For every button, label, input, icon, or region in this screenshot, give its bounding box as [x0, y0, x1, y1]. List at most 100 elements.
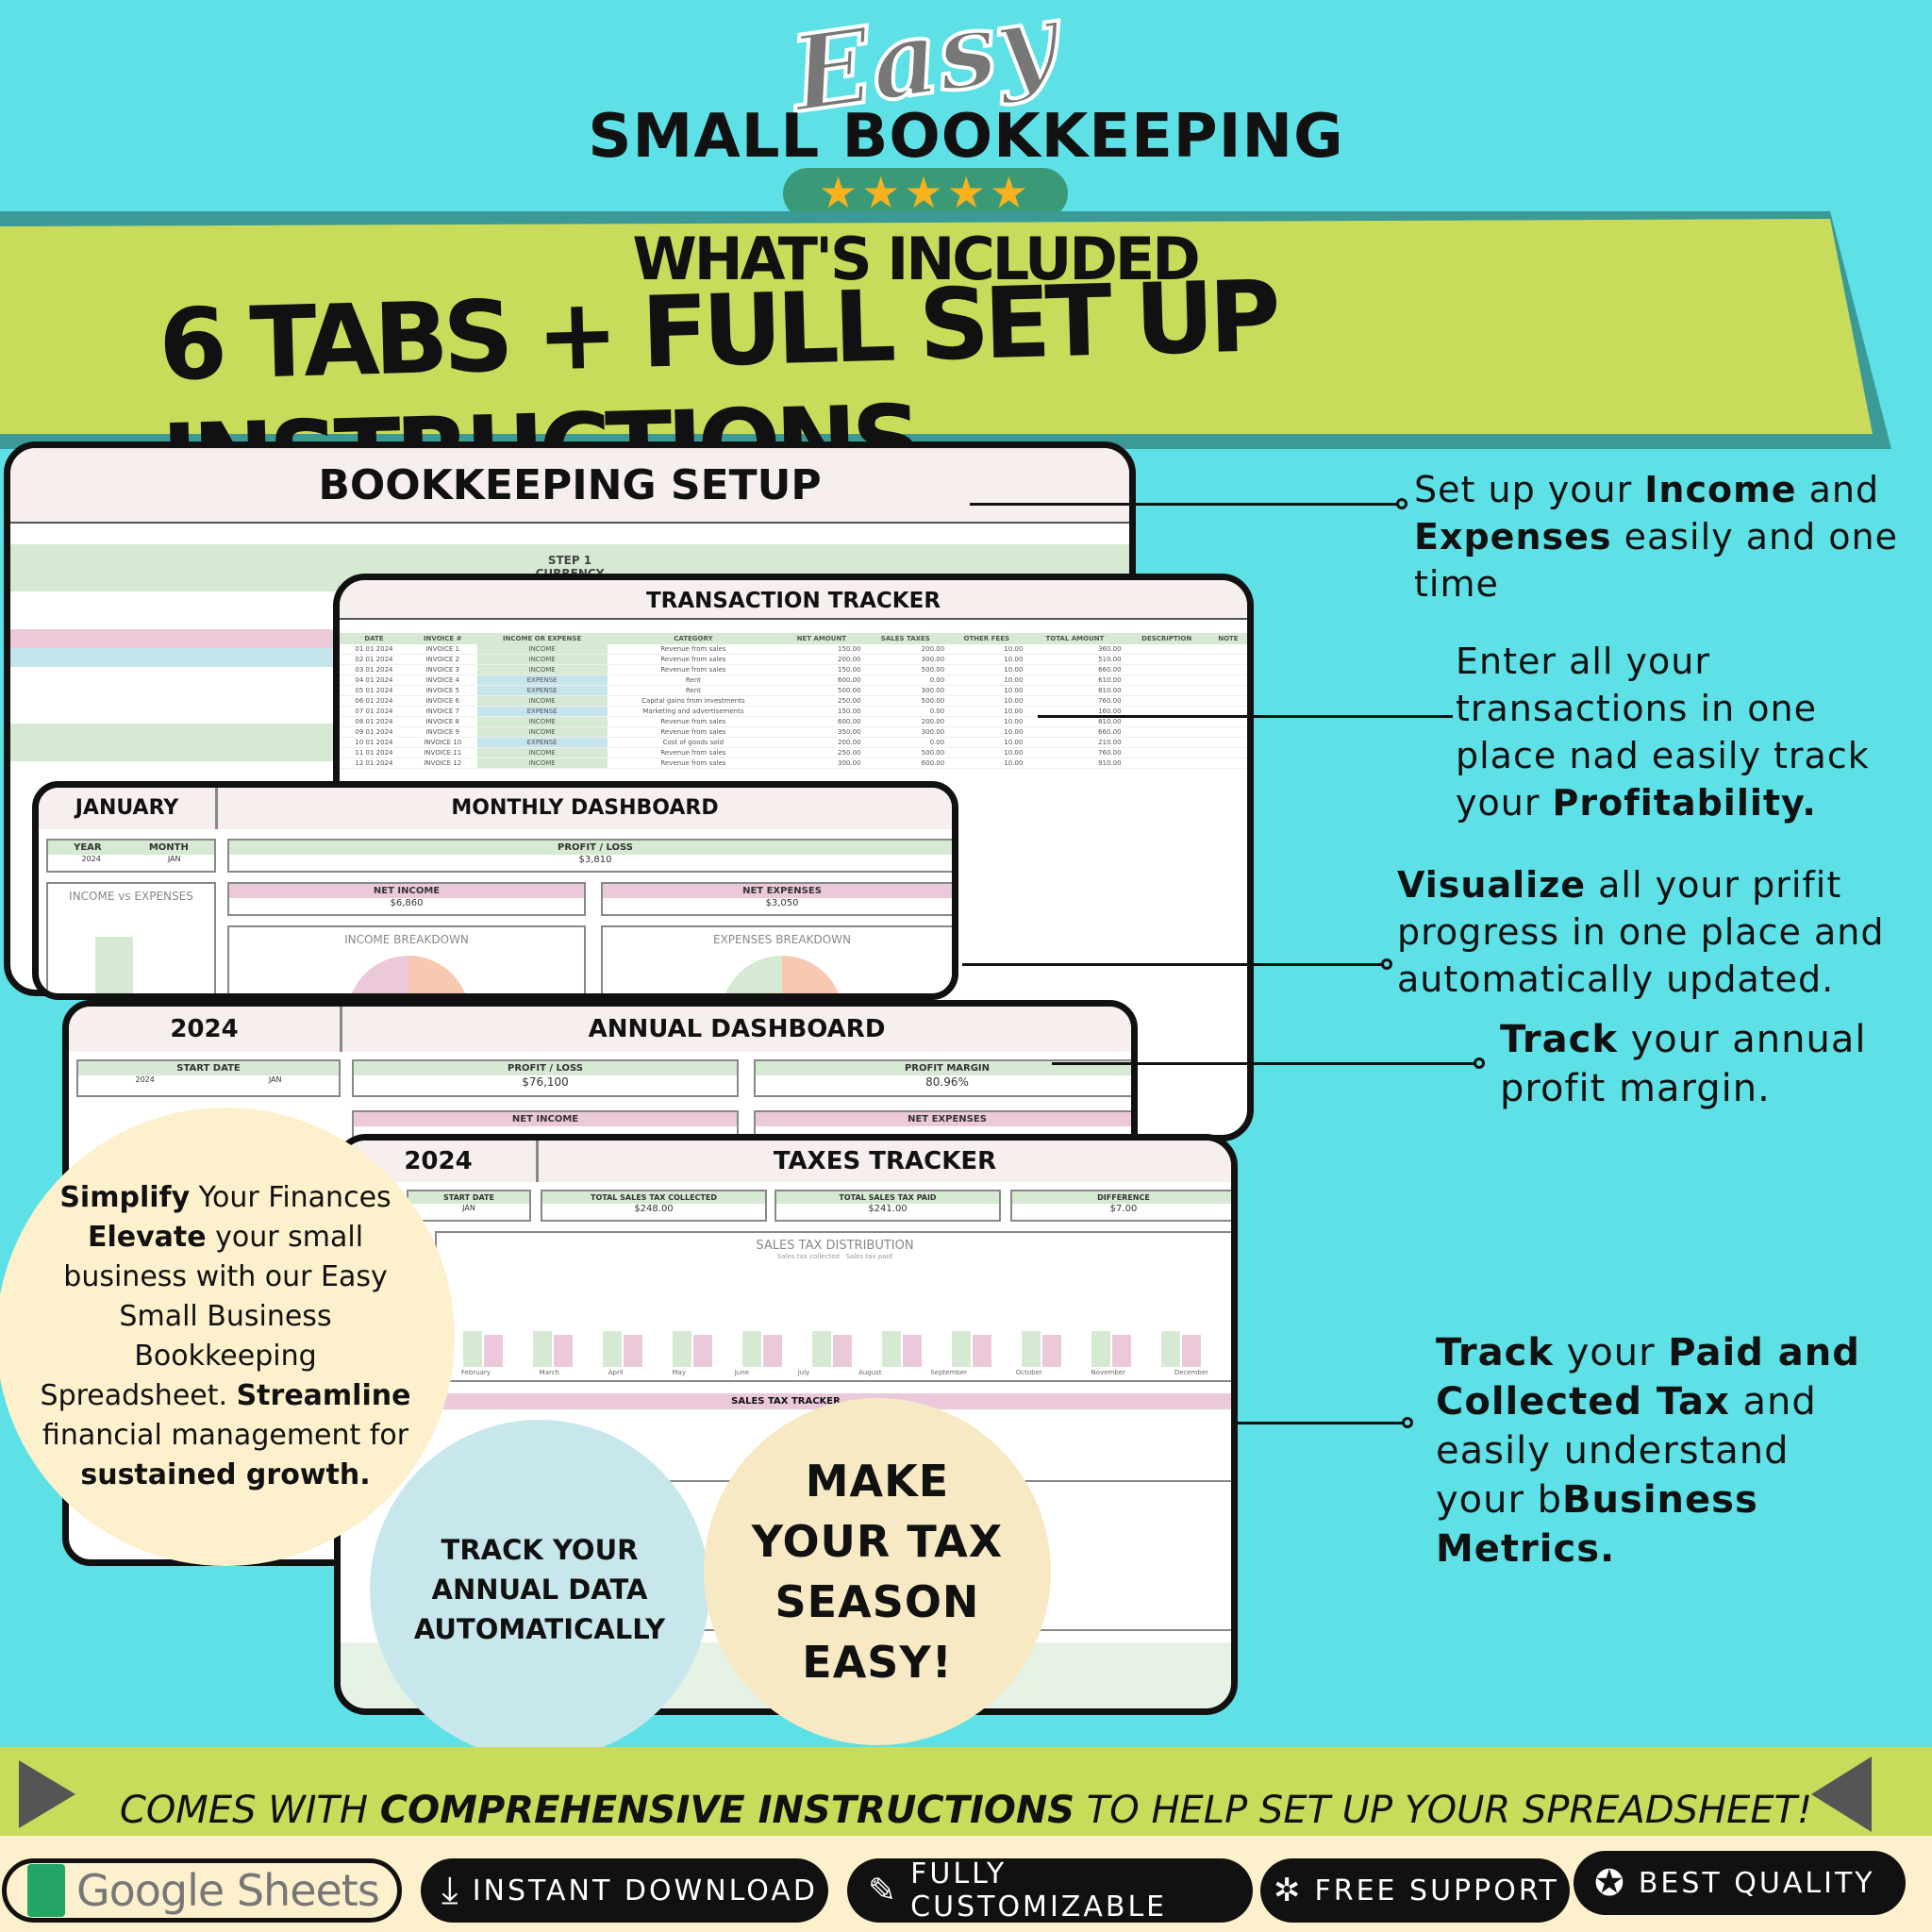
table-cell[interactable]: INCOME — [476, 726, 608, 738]
table-cell: 500.00 — [779, 685, 864, 696]
start-month-select[interactable]: JAN — [269, 1075, 282, 1084]
taxes-start-month[interactable]: JAN — [408, 1204, 529, 1212]
table-cell: 300.00 — [863, 726, 948, 738]
column-header: NOTE — [1208, 633, 1247, 644]
table-row: 12 01 2024 INVOICE 12 INCOME Revenue from s… — [340, 758, 1247, 769]
table-cell[interactable]: Revenue from sales — [607, 654, 780, 665]
table-cell: 05 01 2024 — [340, 685, 408, 696]
difference-value: $7.00 — [1109, 1204, 1138, 1214]
table-cell: 08 01 2024 — [340, 716, 408, 727]
table-cell[interactable]: EXPENSE — [476, 685, 608, 696]
table-cell: 09 01 2024 — [340, 726, 408, 738]
table-cell: 760.00 — [1025, 747, 1124, 758]
table-cell: 660.00 — [1025, 664, 1124, 675]
table-cell[interactable]: Rent — [607, 685, 780, 696]
table-cell[interactable]: EXPENSE — [476, 737, 608, 748]
table-cell[interactable]: EXPENSE — [476, 675, 608, 686]
table-cell: 810.00 — [1025, 716, 1124, 727]
table-cell[interactable]: Cost of goods sold — [607, 737, 780, 748]
tax-season-circle: MAKE YOUR TAX SEASON EASY! — [704, 1398, 1051, 1745]
tax-bar — [1182, 1335, 1201, 1367]
table-row: 11 01 2024 INVOICE 11 INCOME Revenue from s… — [340, 747, 1247, 758]
best-quality-badge: ✪ BEST QUALITY — [1574, 1851, 1906, 1915]
tax-bar — [1042, 1335, 1061, 1367]
table-cell: 150.00 — [779, 644, 864, 655]
table-cell: 360.00 — [1025, 644, 1124, 655]
bold-text: Visualize — [1397, 864, 1587, 906]
year-value[interactable]: 2024 — [81, 855, 100, 863]
column-header: SALES TAXES — [863, 633, 948, 644]
table-cell[interactable]: Marketing and advertisements — [607, 706, 780, 717]
table-cell: 0.00 — [863, 675, 948, 686]
table-cell[interactable]: INCOME — [476, 747, 608, 758]
profit-label: PROFIT / LOSS — [229, 841, 952, 855]
sales-tax-tracker-title: SALES TAX TRACKER — [341, 1393, 1231, 1409]
table-cell[interactable]: Revenue from sales — [607, 644, 780, 655]
table-cell: INVOICE 12 — [408, 758, 477, 769]
table-cell: 01 01 2024 — [340, 644, 408, 655]
tax-bar — [1161, 1331, 1180, 1367]
legend-collected: Sales tax collected — [776, 1253, 840, 1260]
month-label: MONTH — [148, 842, 189, 853]
table-cell: INVOICE 9 — [408, 726, 477, 738]
table-cell[interactable]: Revenue from sales — [607, 758, 780, 769]
start-year[interactable]: 2024 — [135, 1075, 154, 1084]
table-cell[interactable]: Revenue from sales — [607, 716, 780, 727]
cta-bold: COMPREHENSIVE INSTRUCTIONS — [379, 1789, 1075, 1832]
cta-text: COMES WITH COMPREHENSIVE INSTRUCTIONS TO… — [0, 1789, 1932, 1832]
table-cell[interactable]: INCOME — [476, 654, 608, 665]
month-select[interactable]: JAN — [168, 855, 181, 863]
table-cell[interactable]: Revenue from sales — [607, 726, 780, 738]
best-quality-label: BEST QUALITY — [1638, 1866, 1875, 1900]
table-cell: 660.00 — [1025, 726, 1124, 738]
table-cell: INVOICE 4 — [408, 675, 477, 686]
expenses-breakdown-title: EXPENSES BREAKDOWN — [713, 933, 851, 946]
feature-margin: Track your annual profit margin. — [1500, 1015, 1896, 1113]
table-cell[interactable]: Rent — [607, 675, 780, 686]
tax-bar — [463, 1331, 482, 1367]
annual-net-income-label: NET INCOME — [354, 1112, 737, 1126]
free-support-label: FREE SUPPORT — [1314, 1874, 1559, 1907]
tax-bar — [624, 1335, 642, 1367]
table-cell: 10.00 — [947, 685, 1026, 696]
free-support-badge: ✲ FREE SUPPORT — [1260, 1858, 1570, 1923]
table-cell[interactable]: INCOME — [476, 758, 608, 769]
month-title: JANUARY — [39, 788, 218, 829]
fully-customizable-badge: ✎ FULLY CUSTOMIZABLE — [847, 1857, 1253, 1924]
table-cell: 10.00 — [947, 654, 1026, 665]
table-row: 10 01 2024 INVOICE 10 EXPENSE Cost of goods… — [340, 737, 1247, 748]
cta-post: TO HELP SET UP YOUR SPREADSHEET! — [1074, 1789, 1813, 1832]
month-tick-label: March — [539, 1369, 559, 1376]
tax-bar — [882, 1331, 901, 1367]
table-cell[interactable]: EXPENSE — [476, 706, 608, 717]
table-cell: INVOICE 5 — [408, 685, 477, 696]
tax-bar — [903, 1335, 922, 1367]
sales-tax-chart: SALES TAX DISTRIBUTION Sales tax collect… — [435, 1231, 1231, 1382]
table-cell: 10 01 2024 — [340, 737, 408, 748]
table-cell[interactable]: INCOME — [476, 695, 608, 707]
tax-bar — [533, 1331, 552, 1367]
track-annual-text: TRACK YOUR ANNUAL DATA AUTOMATICALLY — [413, 1534, 666, 1645]
track-annual-circle: TRACK YOUR ANNUAL DATA AUTOMATICALLY — [370, 1420, 709, 1759]
table-row: 02 01 2024 INVOICE 2 INCOME Revenue from sa… — [340, 654, 1247, 665]
table-cell: INVOICE 7 — [408, 706, 477, 717]
transaction-title: TRANSACTION TRACKER — [340, 580, 1247, 620]
table-cell[interactable]: INCOME — [476, 664, 608, 675]
table-cell[interactable]: Capital gains from investments — [607, 695, 780, 707]
quality-seal-icon: ✪ — [1594, 1862, 1627, 1904]
google-sheets-badge: Google Sheets — [2, 1858, 402, 1923]
month-tick-label: August — [858, 1369, 882, 1376]
table-cell[interactable]: Revenue from sales — [607, 747, 780, 758]
table-cell: 10.00 — [947, 706, 1026, 717]
table-cell[interactable]: INCOME — [476, 644, 608, 655]
table-cell[interactable]: Revenue from sales — [607, 664, 780, 675]
table-cell: 350.00 — [779, 726, 864, 738]
table-cell[interactable]: INCOME — [476, 716, 608, 727]
tax-bar — [693, 1335, 712, 1367]
table-cell: 12 01 2024 — [340, 758, 408, 769]
taxes-title: TAXES TRACKER — [773, 1147, 997, 1175]
table-cell: 910.00 — [1025, 758, 1124, 769]
google-sheets-label: Google Sheets — [76, 1865, 380, 1916]
table-cell: 760.00 — [1025, 695, 1124, 707]
annual-profit-label: PROFIT / LOSS — [354, 1061, 737, 1075]
